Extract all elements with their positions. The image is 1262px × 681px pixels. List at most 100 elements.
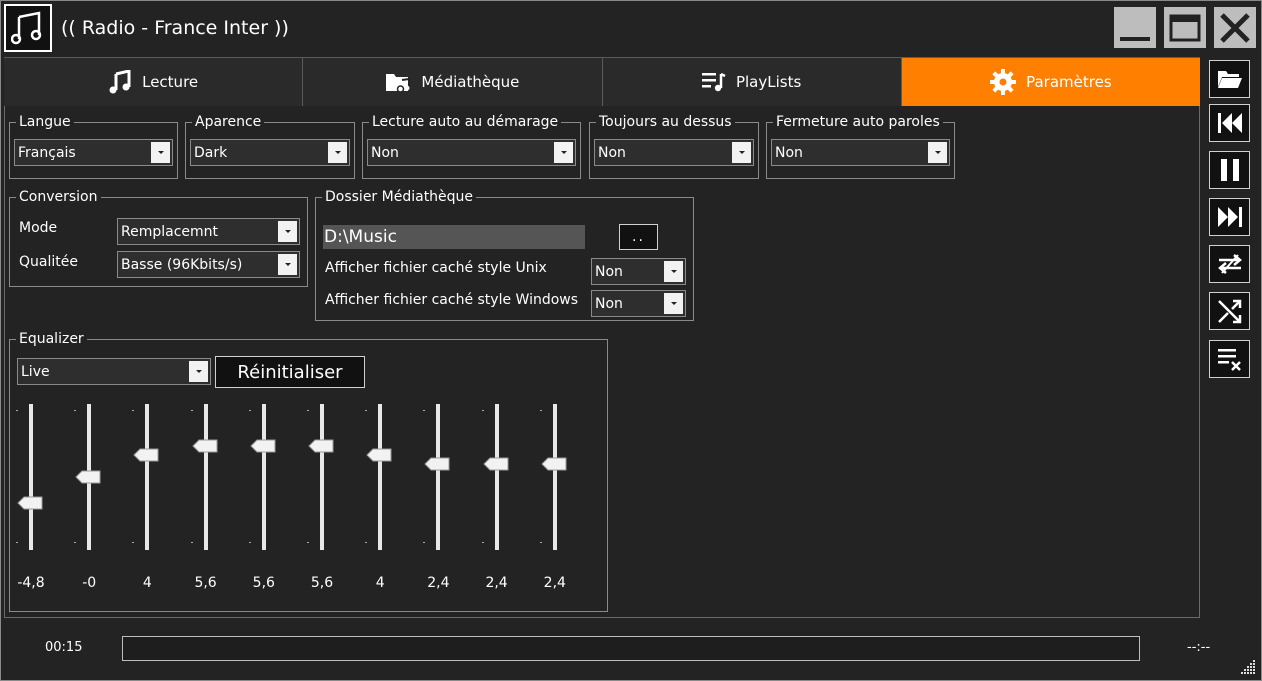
chevron-down-icon [189,361,208,382]
apparence-title: Aparence [192,114,265,130]
slider-thumb[interactable] [133,448,159,462]
equalizer-band-value: 2,4 [427,575,450,591]
apparence-select[interactable]: Dark [190,139,350,166]
equalizer-band-slider[interactable] [423,404,453,552]
clear-playlist-icon [1217,349,1241,371]
chevron-down-icon [928,142,947,163]
equalizer-band-slider[interactable] [132,404,162,552]
equalizer-preset-select[interactable]: Live [17,358,211,385]
folder-open-icon [1217,71,1242,88]
unix-hidden-select[interactable]: Non [591,258,686,285]
tab-playlists[interactable]: PlayLists [603,58,902,106]
equalizer-band-value: 4 [375,575,385,591]
mode-label: Mode [19,220,58,236]
repeat-button[interactable] [1209,245,1250,283]
clear-queue-button[interactable] [1209,340,1250,378]
equalizer-band-value: -4,8 [17,575,45,591]
tab-label: Lecture [142,73,199,91]
chevron-down-icon [554,142,573,163]
tab-mediatheque[interactable]: Médiathèque [303,58,603,106]
minimize-icon [1120,36,1150,41]
settings-panel: Langue Français Aparence Dark Lecture au… [4,106,1200,618]
slider-track [261,404,266,550]
equalizer-band-value: 5,6 [252,575,275,591]
open-folder-button[interactable] [1209,60,1250,98]
slider-tick [248,542,251,543]
slider-tick [539,410,542,411]
minimize-button[interactable] [1114,7,1156,48]
shuffle-button[interactable] [1209,292,1250,330]
slider-tick [365,542,368,543]
slider-thumb[interactable] [482,457,509,471]
slider-tick [132,542,135,543]
next-track-button[interactable] [1209,198,1250,236]
windows-hidden-select[interactable]: Non [591,290,686,317]
folder-music-icon [386,74,411,93]
slider-thumb[interactable] [424,457,450,471]
equalizer-band-slider[interactable] [365,404,395,552]
langue-value: Français [18,144,76,161]
slider-track [494,404,499,550]
slider-tick [74,542,77,543]
fermeture-auto-group: Fermeture auto paroles Non [766,114,955,179]
lecture-auto-select[interactable]: Non [367,139,576,166]
resize-grip-icon[interactable] [1241,660,1257,676]
slider-thumb[interactable] [191,439,218,453]
equalizer-band-value: -0 [82,575,97,591]
browse-folder-button[interactable]: .. [619,224,658,250]
equalizer-band-value: 2,4 [543,575,566,591]
slider-thumb[interactable] [75,470,101,484]
conversion-title: Conversion [16,189,101,205]
equalizer-band-slider[interactable] [74,404,104,552]
langue-group: Langue Français [9,114,178,179]
dossier-title: Dossier Médiathèque [322,189,477,205]
slider-thumb[interactable] [250,439,276,453]
slider-thumb[interactable] [541,457,567,471]
equalizer-title: Equalizer [16,331,87,347]
pause-button[interactable] [1209,151,1250,189]
windows-hidden-label: Afficher fichier caché style Windows [325,292,579,308]
slider-tick [423,542,426,543]
slider-thumb[interactable] [308,439,334,453]
close-button[interactable] [1214,7,1256,48]
qualite-value: Basse (96Kbits/s) [121,256,243,273]
playlist-icon [701,72,726,92]
close-icon [1220,12,1250,43]
tab-lecture[interactable]: Lecture [4,58,304,106]
langue-select[interactable]: Français [14,139,173,166]
mode-value: Remplacemnt [121,223,219,240]
library-path-field[interactable]: D:\Music [323,225,585,249]
fermeture-auto-value: Non [775,144,803,161]
reset-equalizer-button[interactable]: Réinitialiser [215,356,365,388]
slider-tick [74,410,77,411]
toujours-dessus-group: Toujours au dessus Non [589,114,759,179]
dossier-group: Dossier Médiathèque D:\Music .. Afficher… [315,189,694,321]
equalizer-band-slider[interactable] [248,404,279,552]
toujours-dessus-title: Toujours au dessus [596,114,735,130]
equalizer-band-slider[interactable] [16,404,46,552]
slider-tick [190,542,193,543]
slider-thumb[interactable] [366,448,392,462]
equalizer-band-slider[interactable] [539,404,570,552]
fermeture-auto-select[interactable]: Non [771,139,950,166]
pause-icon [1220,159,1239,181]
equalizer-preset-value: Live [21,363,50,380]
toujours-dessus-value: Non [598,144,626,161]
tab-parametres[interactable]: Paramètres [901,58,1200,106]
previous-track-button[interactable] [1209,104,1250,142]
progress-bar[interactable] [122,636,1140,661]
equalizer-band-slider[interactable] [481,404,512,552]
slider-tick [423,410,426,411]
maximize-button[interactable] [1164,7,1206,48]
equalizer-band-slider[interactable] [190,404,221,552]
slider-thumb[interactable] [17,496,43,510]
qualite-select[interactable]: Basse (96Kbits/s) [117,251,300,278]
slider-tick [16,542,18,543]
windows-hidden-value: Non [595,295,623,312]
toujours-dessus-select[interactable]: Non [594,139,754,166]
slider-tick [307,410,309,411]
chevron-down-icon [664,261,683,282]
chevron-down-icon [151,142,170,163]
mode-select[interactable]: Remplacemnt [117,218,300,245]
equalizer-band-slider[interactable] [307,404,337,552]
